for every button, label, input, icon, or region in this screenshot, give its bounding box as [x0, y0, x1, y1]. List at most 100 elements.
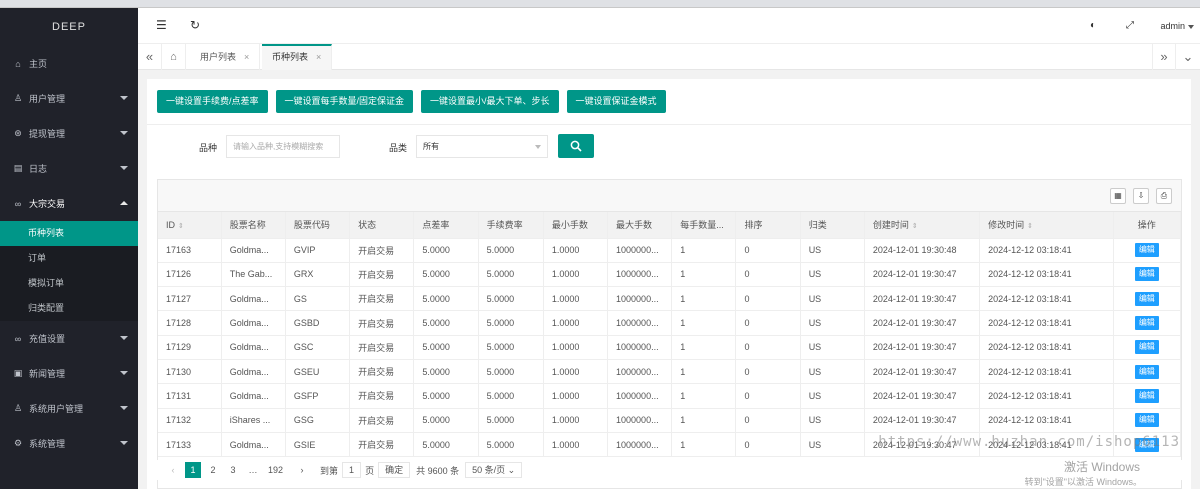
column-header[interactable]: 创建时间 ⇕	[864, 212, 981, 239]
column-header: 最大手数	[607, 212, 673, 239]
columns-filter-icon[interactable]: ▦	[1110, 188, 1126, 204]
sidebar-item-1[interactable]: ♙ 用户管理	[0, 81, 138, 116]
column-header-label: 最大手数	[616, 220, 653, 231]
category-select[interactable]: 所有	[416, 135, 548, 158]
symbol-search-input[interactable]: 请输入品种,支持模糊搜索	[226, 135, 340, 158]
sidebar-item-after-1[interactable]: ▣ 新闻管理	[0, 356, 138, 391]
table-cell: 1.0000	[543, 335, 609, 360]
table-cell: 5.0000	[478, 262, 544, 288]
submenu-item-2[interactable]: 模拟订单	[0, 271, 138, 296]
action-button-1[interactable]: 一键设置每手数量/固定保证金	[275, 90, 414, 113]
table-cell: US	[800, 408, 865, 433]
submenu-item-3[interactable]: 归类配置	[0, 296, 138, 321]
table-cell: 17129	[158, 335, 222, 360]
table-cell: iShares ...	[221, 408, 286, 433]
sidebar-item-after-2[interactable]: ♙ 系统用户管理	[0, 391, 138, 426]
table-cell: 2024-12-12 03:18:41	[979, 310, 1114, 336]
action-button-2[interactable]: 一键设置最小/最大下单、步长	[421, 90, 559, 113]
edit-button[interactable]: 编辑	[1134, 364, 1159, 379]
table-cell: 17126	[158, 262, 222, 288]
table-cell: 5.0000	[413, 359, 479, 385]
sidebar-item-0[interactable]: ⌂ 主页	[0, 46, 138, 81]
edit-button[interactable]: 编辑	[1134, 413, 1159, 428]
edit-button[interactable]: 编辑	[1134, 243, 1159, 258]
column-header: 股票代码	[285, 212, 351, 239]
table-cell: 1.0000	[543, 262, 609, 288]
sort-icon[interactable]: ⇕	[178, 223, 184, 230]
search-button[interactable]	[558, 134, 594, 158]
table-cell: GSEU	[285, 359, 351, 385]
close-icon[interactable]: ×	[316, 52, 321, 62]
table-row: 17163 Goldma... GVIP 开启交易 5.0000 5.0000 1.0000…	[158, 238, 1182, 263]
column-header[interactable]: ID ⇕	[158, 212, 222, 239]
sidebar-item-2[interactable]: ⊛ 提现管理	[0, 116, 138, 151]
tab-scroll-left-icon[interactable]: «	[138, 44, 162, 70]
action-button-0[interactable]: 一键设置手续费/点差率	[157, 90, 268, 113]
user-menu[interactable]: admin	[1160, 21, 1194, 31]
tab-coin-list[interactable]: 币种列表 ×	[262, 44, 333, 70]
refresh-icon[interactable]: ↻	[190, 18, 200, 32]
sidebar-item-after-0[interactable]: ∞ 充值设置	[0, 321, 138, 356]
page-size-select[interactable]: 50 条/页 ⌄	[465, 462, 523, 478]
submenu-item-1[interactable]: 订单	[0, 246, 138, 271]
table-cell: 0	[735, 408, 801, 433]
table-cell: US	[800, 262, 865, 288]
page-3[interactable]: 3	[225, 462, 241, 478]
chevron-down-icon	[1188, 24, 1194, 29]
action-buttons: 一键设置手续费/点差率 一键设置每手数量/固定保证金 一键设置最小/最大下单、步长一…	[157, 90, 674, 113]
fullscreen-icon[interactable]: ⤢	[1126, 20, 1134, 31]
edit-button[interactable]: 编辑	[1134, 388, 1159, 403]
sort-icon[interactable]: ⇕	[912, 223, 918, 230]
tab-user-list[interactable]: 用户列表 ×	[190, 44, 261, 70]
close-icon[interactable]: ×	[244, 52, 249, 62]
menu-toggle-icon[interactable]: ☰	[156, 18, 167, 32]
edit-button[interactable]: 编辑	[1134, 340, 1159, 355]
edit-button[interactable]: 编辑	[1134, 291, 1159, 306]
column-header-label: 归类	[808, 220, 827, 231]
next-page-icon[interactable]: ›	[294, 462, 310, 478]
chevron-icon	[120, 371, 128, 375]
submenu-item-0[interactable]: 币种列表	[0, 221, 138, 246]
table-cell: 17127	[158, 286, 222, 312]
table-cell: GSG	[285, 408, 351, 433]
page-last[interactable]: 192	[265, 462, 286, 478]
table-cell: Goldma...	[221, 310, 286, 336]
sidebar-item-4[interactable]: ∞ 大宗交易	[0, 186, 138, 221]
sidebar-item-after-3[interactable]: ⚙ 系统管理	[0, 426, 138, 461]
edit-button[interactable]: 编辑	[1134, 267, 1159, 282]
table-cell: 1000000...	[607, 262, 673, 288]
theme-icon[interactable]: ◐	[1090, 20, 1096, 31]
home-tab-icon[interactable]: ⌂	[162, 44, 186, 70]
table-cell: 编辑	[1113, 383, 1182, 409]
table-cell: 1	[671, 408, 737, 433]
export-icon[interactable]: ⇩	[1133, 188, 1149, 204]
column-header[interactable]: 修改时间 ⇕	[979, 212, 1114, 239]
table-cell: 5.0000	[413, 408, 479, 433]
nav-icon: ⌂	[15, 58, 21, 69]
table-cell: 编辑	[1113, 238, 1182, 263]
edit-button[interactable]: 编辑	[1134, 316, 1159, 331]
page-1[interactable]: 1	[185, 462, 201, 478]
column-header: 每手数量...	[671, 212, 737, 239]
action-button-3[interactable]: 一键设置保证金模式	[566, 90, 666, 113]
page-2[interactable]: 2	[205, 462, 221, 478]
table-cell: 1.0000	[543, 359, 609, 385]
coin-table: ID ⇕ 股票名称 股票代码 状态 点差率 手续费率 最小手数 最大手数 每手数量... 排序 归类创…	[158, 212, 1182, 458]
total-count: 共 9600 条	[416, 465, 460, 476]
goto-confirm-button[interactable]: 确定	[378, 462, 411, 478]
table-cell: GSC	[285, 335, 351, 360]
print-icon[interactable]: ⎙	[1156, 188, 1172, 204]
tab-dropdown-icon[interactable]: ⌄	[1176, 44, 1200, 70]
goto-page-input[interactable]: 1	[342, 462, 362, 478]
table-cell: 2024-12-01 19:30:47	[864, 408, 981, 433]
column-header-label: 股票名称	[229, 220, 266, 231]
sidebar-item-label: 系统管理	[29, 439, 66, 449]
tab-scroll-right-icon[interactable]: »	[1152, 44, 1176, 70]
table-cell: US	[800, 286, 865, 312]
table-cell: 5.0000	[413, 335, 479, 360]
table-cell: 17128	[158, 310, 222, 336]
prev-page-icon[interactable]: ‹	[165, 462, 181, 478]
sort-icon[interactable]: ⇕	[1027, 223, 1033, 230]
sidebar-item-3[interactable]: ▤ 日志	[0, 151, 138, 186]
table-cell: 开启交易	[349, 432, 415, 458]
